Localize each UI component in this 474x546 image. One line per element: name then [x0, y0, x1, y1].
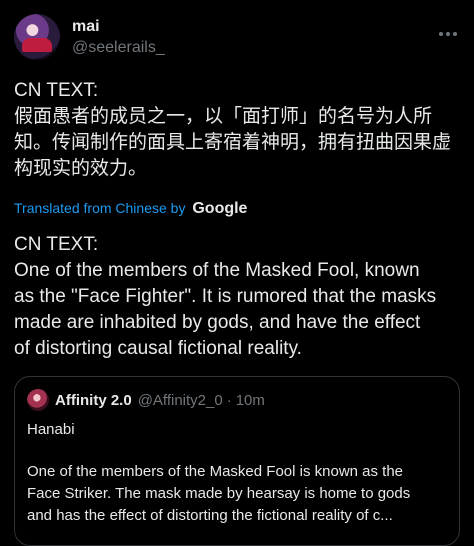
google-logo: Google	[192, 200, 248, 217]
quoted-author-name[interactable]: Affinity 2.0	[55, 392, 132, 409]
avatar[interactable]	[14, 14, 60, 60]
quoted-post-header: Affinity 2.0 @Affinity2_0 · 10m	[27, 389, 265, 411]
quoted-line: One of the members of the Masked Fool is…	[27, 463, 404, 480]
en-label: CN TEXT:	[14, 234, 99, 255]
en-line: of distorting causal fictional reality.	[14, 338, 302, 359]
en-line: as the "Face Fighter". It is rumored tha…	[14, 286, 437, 307]
en-line: made are inhabited by gods, and have the…	[14, 312, 421, 333]
quoted-author-handle[interactable]: @Affinity2_0	[138, 392, 223, 409]
separator: ·	[226, 391, 232, 409]
more-options-icon[interactable]	[436, 24, 460, 44]
quoted-body: One of the members of the Masked Fool is…	[27, 461, 453, 527]
post-text-english: CN TEXT: One of the members of the Maske…	[14, 232, 464, 362]
quoted-title: Hanabi	[27, 421, 75, 438]
quoted-timestamp[interactable]: 10m	[236, 392, 265, 409]
quoted-avatar[interactable]	[27, 389, 49, 411]
quoted-post[interactable]: Affinity 2.0 @Affinity2_0 · 10m Hanabi O…	[14, 376, 460, 546]
author-handle[interactable]: @seelerails_	[72, 39, 165, 57]
cn-line: 知。传闻制作的面具上寄宿着神明，拥有扭曲因果虚	[14, 132, 452, 153]
cn-line: 构现实的效力。	[14, 158, 148, 179]
author-name[interactable]: mai	[72, 18, 100, 36]
quoted-line: Face Striker. The mask made by hearsay i…	[27, 485, 411, 502]
dot	[453, 32, 457, 36]
post-header: mai @seelerails_	[14, 12, 460, 64]
en-line: One of the members of the Masked Fool, k…	[14, 260, 420, 281]
quoted-line: and has the effect of distorting the fic…	[27, 507, 393, 524]
translated-label[interactable]: Translated from Chinese by	[14, 200, 185, 216]
cn-line: 假面愚者的成员之一，以「面打师」的名号为人所	[14, 106, 433, 127]
dot	[439, 32, 443, 36]
cn-label: CN TEXT:	[14, 80, 99, 101]
translation-attribution[interactable]: Translated from Chinese by Google	[14, 200, 247, 218]
post-text-chinese: CN TEXT: 假面愚者的成员之一，以「面打师」的名号为人所 知。传闻制作的面…	[14, 78, 460, 182]
dot	[446, 32, 450, 36]
